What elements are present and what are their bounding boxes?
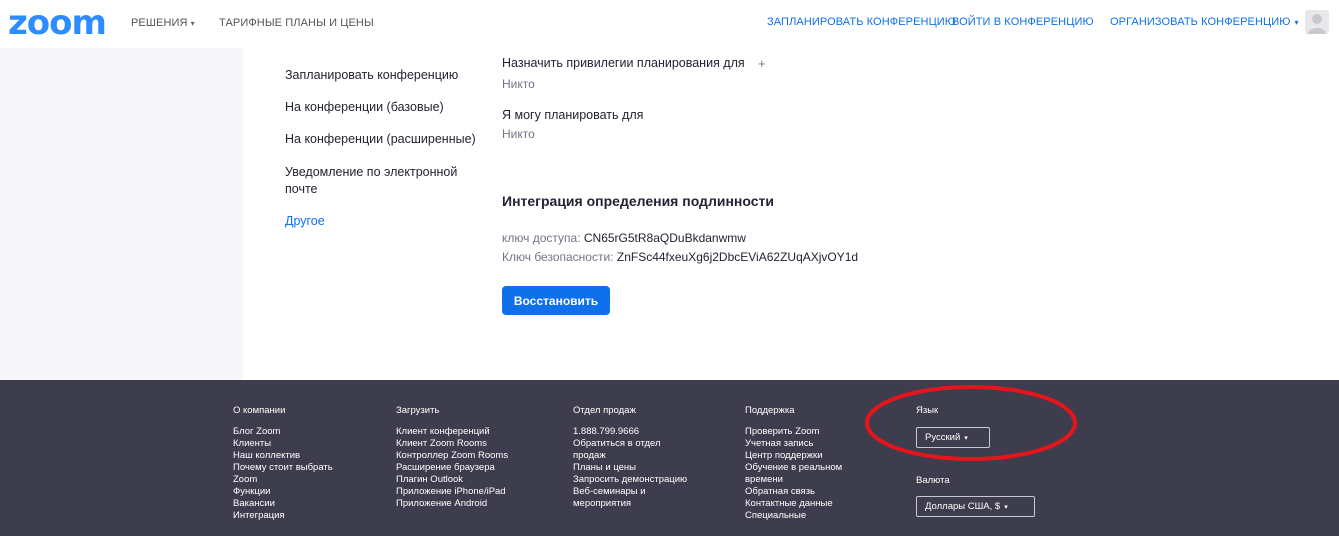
footer-link[interactable]: Обратная связь	[745, 486, 842, 498]
assign-privileges-value: Никто	[502, 77, 535, 91]
footer-link[interactable]: Обратиться в отдел	[573, 438, 687, 450]
footer-link[interactable]: Контактные данные	[745, 498, 842, 510]
chevron-down-icon: ▾	[190, 19, 195, 28]
footer-link[interactable]: Почему стоит выбрать	[233, 462, 333, 474]
footer-link[interactable]: Клиент конференций	[396, 426, 508, 438]
footer-link[interactable]: продаж	[573, 450, 687, 462]
security-key-label: Ключ безопасности:	[502, 250, 614, 264]
footer-link[interactable]: Расширение браузера	[396, 462, 508, 474]
footer-sales-title: Отдел продаж	[573, 405, 636, 416]
host-meeting-menu[interactable]: ОРГАНИЗОВАТЬ КОНФЕРЕНЦИЮ ▾	[1110, 16, 1299, 28]
assign-privileges-label: Назначить привилегии планирования для	[502, 56, 745, 70]
host-meeting-label: ОРГАНИЗОВАТЬ КОНФЕРЕНЦИЮ	[1110, 16, 1291, 28]
footer-link[interactable]: Контроллер Zoom Rooms	[396, 450, 508, 462]
can-schedule-value: Никто	[502, 127, 535, 141]
footer-link[interactable]: времени	[745, 474, 842, 486]
footer-link[interactable]: Запросить демонстрацию	[573, 474, 687, 486]
sidebar-item-schedule-meeting[interactable]: Запланировать конференцию	[285, 67, 458, 84]
footer-link[interactable]: Обучение в реальном	[745, 462, 842, 474]
footer-link[interactable]: Учетная запись	[745, 438, 842, 450]
access-key-row: ключ доступа: CN65rG5tR8aQDuBkdanwmw	[502, 230, 746, 246]
footer-link[interactable]: Плагин Outlook	[396, 474, 508, 486]
footer-link[interactable]: Клиенты	[233, 438, 333, 450]
chevron-down-icon: ▾	[1294, 18, 1299, 27]
restore-button[interactable]: Восстановить	[502, 286, 610, 315]
footer-download-list: Клиент конференций Клиент Zoom Rooms Кон…	[396, 426, 508, 510]
join-meeting-link[interactable]: ВОЙТИ В КОНФЕРЕНЦИЮ	[952, 16, 1094, 28]
footer-about-title: О компании	[233, 405, 286, 416]
schedule-meeting-link[interactable]: ЗАПЛАНИРОВАТЬ КОНФЕРЕНЦИЮ	[767, 16, 956, 28]
footer-link[interactable]: Наш коллектив	[233, 450, 333, 462]
auth-integration-title: Интеграция определения подлинности	[502, 193, 774, 209]
language-select-value: Русский	[925, 432, 961, 443]
footer-support-title: Поддержка	[745, 405, 795, 416]
footer-link[interactable]: Клиент Zoom Rooms	[396, 438, 508, 450]
footer-link[interactable]: Интеграция	[233, 510, 333, 522]
sidebar-item-email-notification[interactable]: Уведомление по электронной почте	[285, 164, 480, 198]
zoom-logo[interactable]: zoom	[8, 4, 107, 42]
currency-select[interactable]: Доллары США, $ ▾	[916, 496, 1035, 517]
footer-language-title: Язык	[916, 405, 939, 416]
footer-link[interactable]: Вакансии	[233, 498, 333, 510]
footer-link[interactable]: Проверить Zoom	[745, 426, 842, 438]
can-schedule-label: Я могу планировать для	[502, 108, 644, 122]
footer-phone[interactable]: 1.888.799.9666	[573, 426, 687, 438]
faded-background-text	[500, 10, 720, 42]
footer-link[interactable]: мероприятия	[573, 498, 687, 510]
footer-currency-title: Валюта	[916, 475, 950, 486]
footer-about-list: Блог Zoom Клиенты Наш коллектив Почему с…	[233, 426, 333, 522]
sidebar-item-in-meeting-basic[interactable]: На конференции (базовые)	[285, 99, 444, 116]
page: zoom РЕШЕНИЯ ▾ ТАРИФНЫЕ ПЛАНЫ И ЦЕНЫ ЗАПЛ…	[0, 0, 1339, 536]
nav-plans-pricing-link[interactable]: ТАРИФНЫЕ ПЛАНЫ И ЦЕНЫ	[219, 17, 374, 29]
chevron-down-icon: ▾	[964, 435, 968, 442]
footer-link[interactable]: Планы и цены	[573, 462, 687, 474]
footer-support-list: Проверить Zoom Учетная запись Центр подд…	[745, 426, 842, 522]
chevron-down-icon: ▾	[1004, 504, 1008, 511]
footer-link[interactable]: Центр поддержки	[745, 450, 842, 462]
top-navigation-bar: zoom РЕШЕНИЯ ▾ ТАРИФНЫЕ ПЛАНЫ И ЦЕНЫ ЗАПЛ…	[0, 0, 1339, 48]
nav-solutions-label: РЕШЕНИЯ	[131, 17, 188, 29]
sidebar-item-other[interactable]: Другое	[285, 213, 325, 230]
footer-sales-list: 1.888.799.9666 Обратиться в отдел продаж…	[573, 426, 687, 510]
footer-link[interactable]: Специальные	[745, 510, 842, 522]
security-key-value: ZnFSc44fxeuXg6j2DbcEViA62ZUqAXjvOY1d	[616, 250, 859, 264]
footer-link[interactable]: Zoom	[233, 474, 333, 486]
language-select[interactable]: Русский ▾	[916, 427, 990, 448]
access-key-label: ключ доступа:	[502, 231, 581, 245]
footer-link[interactable]: Функции	[233, 486, 333, 498]
footer-link[interactable]: Блог Zoom	[233, 426, 333, 438]
footer-link[interactable]: Веб-семинары и	[573, 486, 687, 498]
security-key-row: Ключ безопасности: ZnFSc44fxeuXg6j2DbcEV…	[502, 249, 858, 265]
user-avatar-icon[interactable]	[1305, 10, 1329, 34]
footer-link[interactable]: Приложение iPhone/iPad	[396, 486, 508, 498]
sidebar-item-in-meeting-advanced[interactable]: На конференции (расширенные)	[285, 131, 476, 148]
footer-link[interactable]: Приложение Android	[396, 498, 508, 510]
footer-download-title: Загрузить	[396, 405, 440, 416]
add-plus-icon[interactable]: +	[758, 56, 766, 71]
left-gutter	[0, 48, 243, 380]
nav-solutions-menu[interactable]: РЕШЕНИЯ ▾	[131, 17, 195, 29]
currency-select-value: Доллары США, $	[925, 501, 1001, 512]
access-key-value: CN65rG5tR8aQDuBkdanwmw	[583, 231, 746, 245]
